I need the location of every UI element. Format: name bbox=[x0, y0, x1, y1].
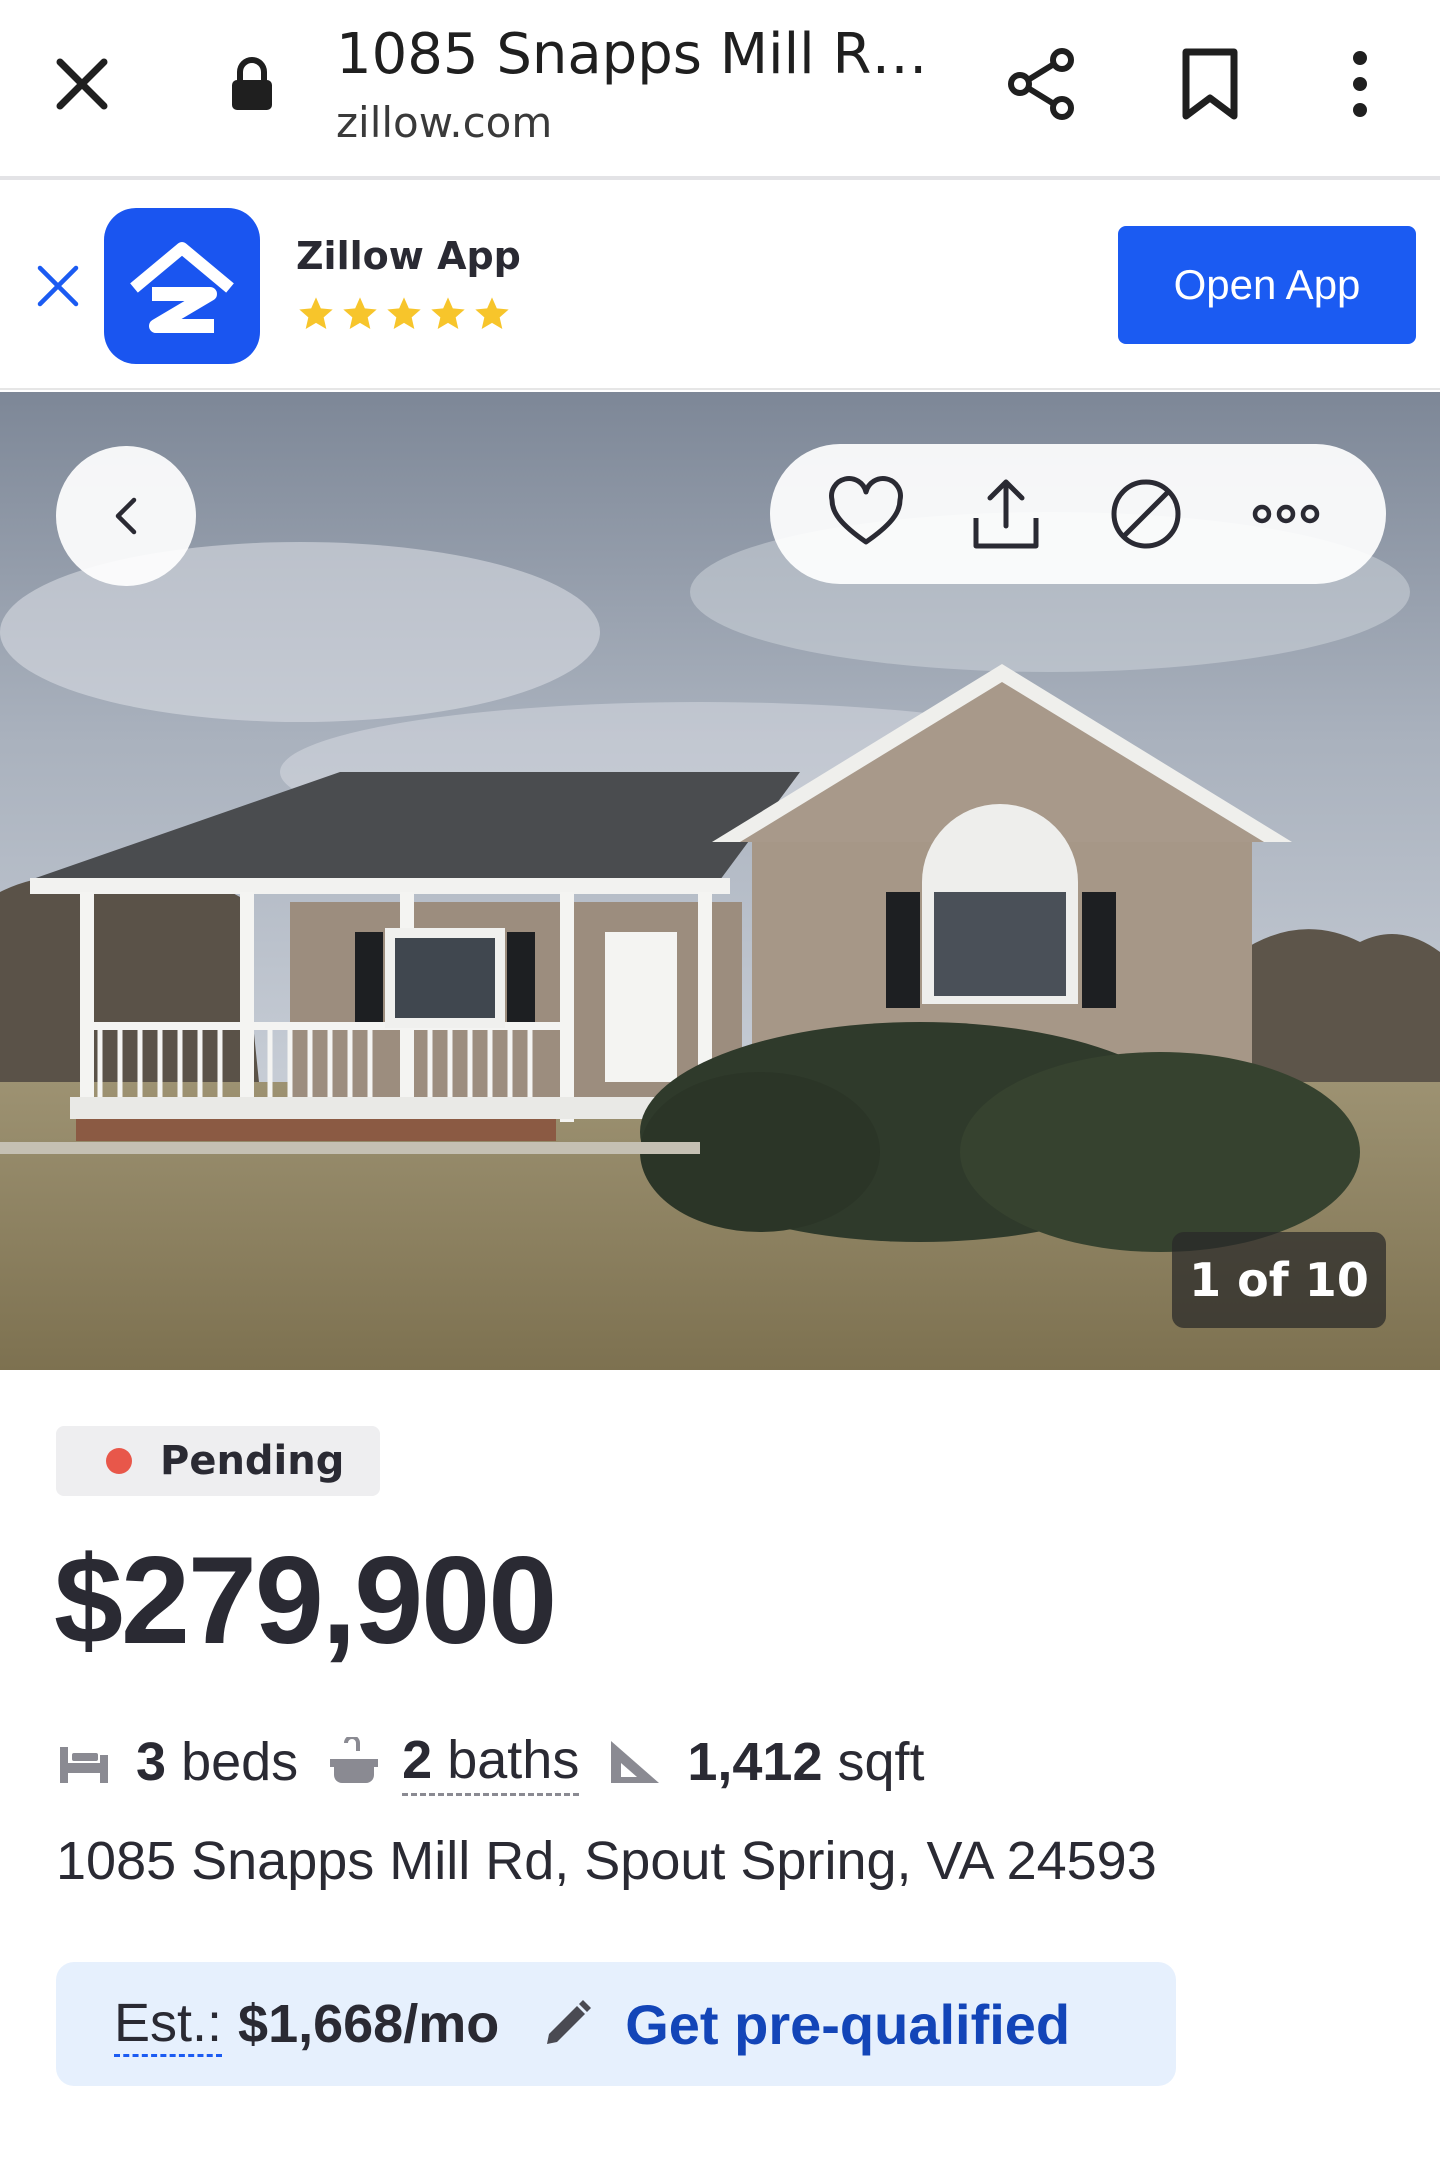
beds-value: 3 bbox=[136, 1732, 167, 1792]
browser-toolbar: 1085 Snapps Mill Rd... zillow.com bbox=[0, 0, 1440, 180]
status-badge: Pending bbox=[56, 1426, 380, 1496]
beds-unit: beds bbox=[181, 1732, 299, 1792]
more-vert-icon[interactable] bbox=[1332, 46, 1388, 122]
share-upload-icon[interactable] bbox=[966, 474, 1046, 554]
star-icon bbox=[343, 297, 377, 329]
star-icon bbox=[475, 297, 509, 329]
pencil-icon[interactable] bbox=[539, 1996, 595, 2052]
estimate-value: $1,668/mo bbox=[238, 1994, 500, 2054]
listing-photo[interactable]: 1 of 10 bbox=[0, 392, 1440, 1370]
star-icon bbox=[299, 297, 333, 329]
baths-unit: baths bbox=[447, 1729, 580, 1790]
close-icon[interactable] bbox=[52, 54, 112, 114]
page-title[interactable]: 1085 Snapps Mill Rd... bbox=[336, 24, 956, 86]
sqft-unit: sqft bbox=[837, 1732, 925, 1792]
status-text: Pending bbox=[160, 1438, 345, 1484]
page-domain[interactable]: zillow.com bbox=[336, 98, 552, 148]
sqft-icon bbox=[611, 1741, 660, 1783]
app-install-banner: Zillow App Open App bbox=[0, 184, 1440, 390]
heart-icon[interactable] bbox=[826, 474, 906, 554]
app-name: Zillow App bbox=[296, 234, 521, 278]
listing-price: $279,900 bbox=[54, 1532, 557, 1670]
chevron-left-icon bbox=[115, 497, 137, 535]
bookmark-icon[interactable] bbox=[1176, 46, 1244, 122]
estimate-label[interactable]: Est.: bbox=[114, 1992, 223, 2057]
listing-facts: 3 beds 2 baths 1,412 sqft bbox=[56, 1722, 925, 1802]
bath-icon bbox=[330, 1737, 379, 1783]
zillow-logo-icon bbox=[104, 208, 260, 364]
more-horiz-icon[interactable] bbox=[1246, 474, 1326, 554]
beds-fact: 3 beds bbox=[136, 1731, 298, 1793]
rating-stars bbox=[296, 294, 512, 334]
sqft-value: 1,412 bbox=[687, 1732, 823, 1792]
photo-counter: 1 of 10 bbox=[1172, 1232, 1386, 1328]
share-icon[interactable] bbox=[1004, 46, 1080, 122]
open-app-button[interactable]: Open App bbox=[1118, 226, 1416, 344]
status-dot bbox=[106, 1448, 132, 1474]
payment-estimate-bar: Est.: $1,668/mo Get pre-qualified bbox=[56, 1962, 1176, 2086]
star-icon bbox=[431, 297, 465, 329]
bed-icon bbox=[60, 1747, 108, 1783]
baths-value: 2 bbox=[402, 1729, 433, 1790]
photo-action-bar bbox=[770, 444, 1386, 584]
sqft-fact: 1,412 sqft bbox=[687, 1731, 924, 1793]
baths-fact[interactable]: 2 baths bbox=[402, 1729, 580, 1796]
get-prequalified-link[interactable]: Get pre-qualified bbox=[625, 1992, 1070, 2057]
star-icon bbox=[387, 297, 421, 329]
hide-icon[interactable] bbox=[1106, 474, 1186, 554]
banner-close-icon[interactable] bbox=[34, 262, 82, 310]
back-button[interactable] bbox=[56, 446, 196, 586]
listing-address: 1085 Snapps Mill Rd, Spout Spring, VA 24… bbox=[56, 1831, 1157, 1891]
lock-icon bbox=[228, 56, 276, 112]
